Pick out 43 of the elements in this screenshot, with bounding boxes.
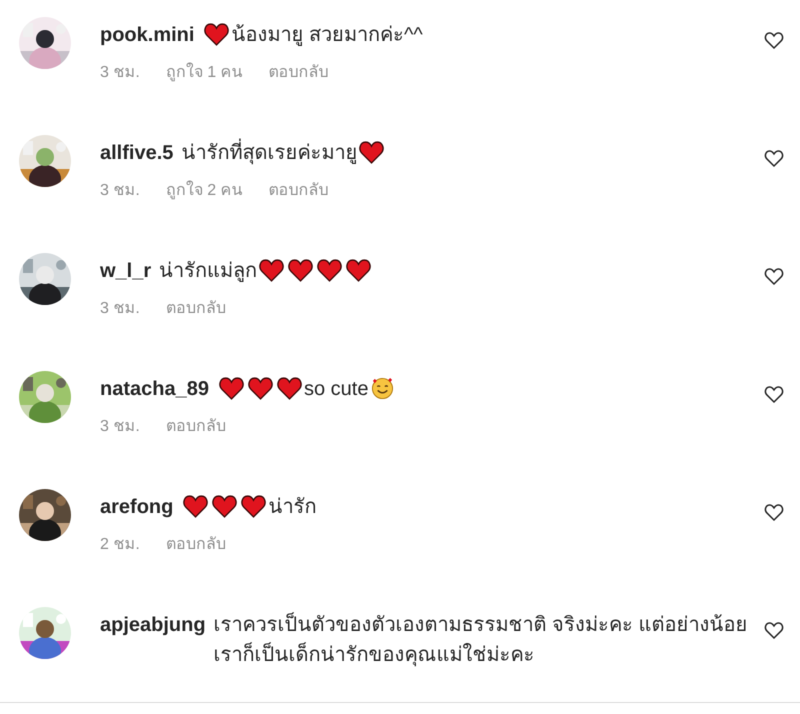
comment-time: 3 ชม. xyxy=(100,63,140,83)
heart-outline-icon[interactable] xyxy=(764,621,784,640)
username[interactable]: natacha_89 xyxy=(100,374,209,404)
heart-outline-icon[interactable] xyxy=(764,385,784,404)
comment-text: น่ารักแม่ลูก xyxy=(159,259,258,284)
heart-emoji-icon xyxy=(288,259,314,282)
comment-time: 2 ชม. xyxy=(100,535,140,555)
heart-emoji-icon xyxy=(204,23,230,46)
reply-button[interactable]: ตอบกลับ xyxy=(166,534,226,556)
like-count[interactable]: ถูกใจ 1 คน xyxy=(166,62,243,84)
heart-emoji-icon xyxy=(359,141,384,164)
username[interactable]: arefong xyxy=(100,492,174,522)
heart-emoji-icon xyxy=(218,377,244,400)
username[interactable]: allfive.5 xyxy=(100,138,174,168)
comment-time: 3 ชม. xyxy=(100,417,140,437)
heart-emoji-icon xyxy=(212,495,238,518)
heart-outline-icon[interactable] xyxy=(764,149,784,168)
comment-time: 3 ชม. xyxy=(100,181,140,201)
reply-button[interactable]: ตอบกลับ xyxy=(166,298,226,320)
heart-emoji-icon xyxy=(248,377,273,400)
heart-emoji-icon xyxy=(183,495,208,518)
heart-emoji-icon xyxy=(259,259,284,282)
comment-text: น้องมายู สวยมากค่ะ^^ xyxy=(231,23,423,48)
heart-outline-icon[interactable] xyxy=(764,267,784,286)
heart-emoji-icon xyxy=(346,259,372,282)
comment-text: น่ารัก xyxy=(268,495,316,520)
username[interactable]: apjeabjung xyxy=(100,610,206,640)
like-count[interactable]: ถูกใจ 2 คน xyxy=(166,180,243,202)
heart-emoji-icon xyxy=(276,377,302,400)
heart-emoji-icon xyxy=(241,495,266,518)
comment-text: น่ารักที่สุดเรยค่ะมายู xyxy=(181,138,358,168)
smiling-face-emoji-icon xyxy=(370,377,396,400)
heart-outline-icon[interactable] xyxy=(764,31,784,50)
reply-button[interactable]: ตอบกลับ xyxy=(268,180,329,202)
username[interactable]: w_l_r xyxy=(100,256,152,286)
comment-time: 3 ชม. xyxy=(100,299,140,319)
username[interactable]: pook.mini xyxy=(100,20,194,50)
comment-text: so cute xyxy=(304,377,368,402)
reply-button[interactable]: ตอบกลับ xyxy=(268,62,329,84)
heart-outline-icon[interactable] xyxy=(764,503,784,522)
heart-emoji-icon xyxy=(317,259,342,282)
reply-button[interactable]: ตอบกลับ xyxy=(166,416,226,438)
comment-text: เราควรเป็นตัวของตัวเองตามธรรมชาติ จริงม่ะคะ แต่อย่างน้อยเราก็เป็นเด็กน่ารักของคุณแม่ใช่ม่ะคะ xyxy=(214,611,749,668)
